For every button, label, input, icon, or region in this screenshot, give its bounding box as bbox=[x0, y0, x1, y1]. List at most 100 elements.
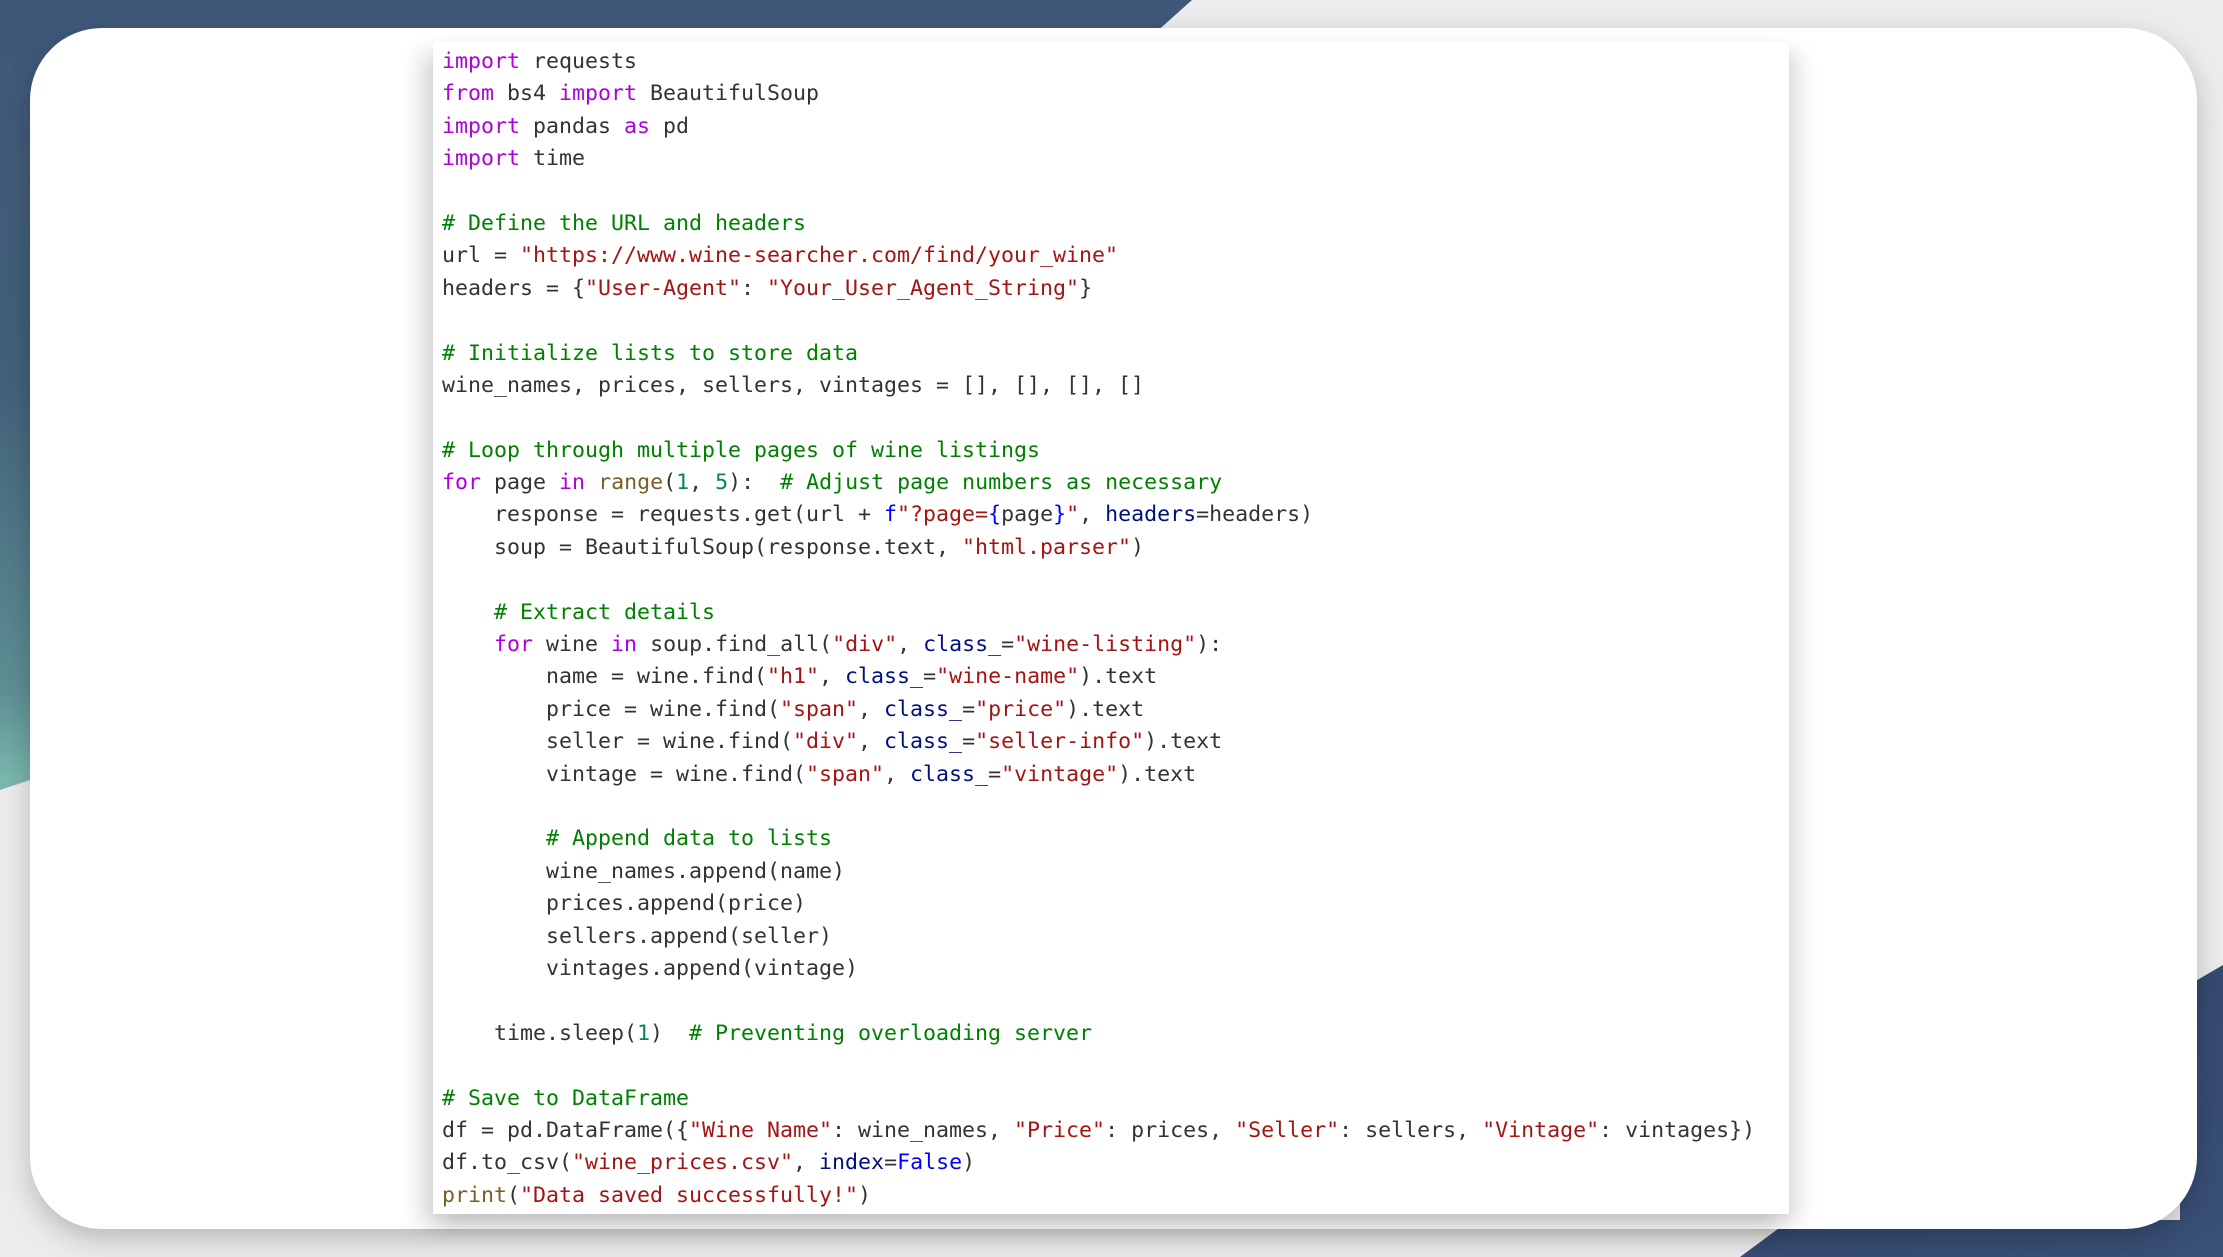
token-number: 1 bbox=[637, 1020, 651, 1046]
code-line: url = "https://www.wine-searcher.com/fin… bbox=[442, 240, 1755, 272]
code-line: # Initialize lists to store data bbox=[442, 338, 1755, 370]
code-line: from bs4 import BeautifulSoup bbox=[442, 78, 1755, 110]
code-line: response = requests.get(url + f"?page={p… bbox=[442, 499, 1755, 531]
token-code-text: : bbox=[741, 275, 768, 301]
token-string: "h1" bbox=[767, 664, 820, 690]
token-string: "Wine Name" bbox=[689, 1117, 833, 1143]
token-string: " bbox=[1066, 502, 1080, 528]
token-string: "html.parser" bbox=[962, 534, 1132, 560]
token-string: "seller-info" bbox=[975, 729, 1145, 755]
token-code-text: =headers) bbox=[1196, 502, 1314, 528]
token-code-text: time.sleep( bbox=[442, 1020, 638, 1046]
token-code-text: url = bbox=[442, 243, 521, 269]
token-string: "?page= bbox=[897, 502, 989, 528]
token-keyword: import bbox=[442, 113, 521, 139]
code-line: wine_names.append(name) bbox=[442, 856, 1755, 888]
code-line: name = wine.find("h1", class_="wine-name… bbox=[442, 661, 1755, 693]
token-code-text bbox=[442, 600, 494, 625]
token-code-text: : prices, bbox=[1105, 1117, 1236, 1143]
token-code-text: wine_names.append(name) bbox=[442, 858, 846, 884]
token-code-text: , bbox=[793, 1150, 820, 1176]
code-line: # Loop through multiple pages of wine li… bbox=[442, 435, 1755, 467]
token-number: 5 bbox=[715, 470, 729, 496]
token-string: "wine_prices.csv" bbox=[572, 1150, 794, 1176]
token-code-text: ) bbox=[858, 1182, 872, 1208]
token-string: "Price" bbox=[1014, 1117, 1106, 1143]
code-line: df.to_csv("wine_prices.csv", index=False… bbox=[442, 1147, 1755, 1179]
token-comment: # Extract details bbox=[494, 599, 716, 625]
token-keyword: as bbox=[624, 113, 651, 139]
code-line: seller = wine.find("div", class_="seller… bbox=[442, 726, 1755, 758]
code-line: sellers.append(seller) bbox=[442, 921, 1755, 953]
token-comment: # Initialize lists to store data bbox=[442, 340, 859, 366]
token-parameter: class_ bbox=[884, 696, 963, 722]
code-block: import requests from bs4 import Beautiful… bbox=[442, 46, 1755, 1212]
code-line: headers = {"User-Agent": "Your_User_Agen… bbox=[442, 273, 1755, 305]
token-comment: # Adjust page numbers as necessary bbox=[780, 470, 1223, 496]
token-code-text: ).text bbox=[1066, 696, 1145, 722]
token-string: "Data saved successfully!" bbox=[520, 1182, 859, 1208]
token-string: "span" bbox=[806, 761, 885, 787]
code-line: import pandas as pd bbox=[442, 111, 1755, 143]
token-string: "price" bbox=[975, 696, 1067, 722]
token-code-text: pandas bbox=[520, 113, 625, 139]
token-code-text: requests bbox=[520, 49, 638, 74]
token-code-text: , bbox=[689, 470, 716, 496]
token-code-text: response = requests.get(url + bbox=[442, 502, 885, 528]
token-code-text: page bbox=[481, 470, 560, 496]
token-builtin-function: print bbox=[442, 1182, 508, 1208]
token-keyword: import bbox=[442, 49, 521, 74]
token-code-text: BeautifulSoup bbox=[637, 81, 820, 107]
token-code-text: time bbox=[520, 146, 586, 172]
token-code-text: = bbox=[988, 761, 1002, 787]
token-code-text: ( bbox=[507, 1182, 521, 1208]
token-string: "User-Agent" bbox=[585, 275, 742, 301]
token-string: "Vintage" bbox=[1482, 1117, 1600, 1143]
token-code-text: , bbox=[897, 632, 924, 658]
token-string: "span" bbox=[780, 696, 859, 722]
code-line: import requests bbox=[442, 46, 1755, 78]
token-fstring-brace: } bbox=[1053, 502, 1067, 528]
token-code-text: soup.find_all( bbox=[637, 632, 833, 658]
token-comment: # Preventing overloading server bbox=[689, 1020, 1093, 1046]
token-comment: # Append data to lists bbox=[546, 826, 833, 852]
code-line: vintage = wine.find("span", class_="vint… bbox=[442, 759, 1755, 791]
token-code-text: ) bbox=[650, 1020, 690, 1046]
token-code-text: , bbox=[858, 696, 885, 722]
code-line: wine_names, prices, sellers, vintages = … bbox=[442, 370, 1755, 402]
token-builtin-function: range bbox=[598, 470, 664, 496]
token-code-text: headers = { bbox=[442, 275, 586, 301]
token-code-text: , bbox=[858, 729, 885, 755]
token-keyword: in bbox=[611, 632, 638, 658]
token-string: "vintage" bbox=[1001, 761, 1119, 787]
token-code-text: = bbox=[962, 729, 976, 755]
token-code-text: vintages.append(vintage) bbox=[442, 955, 859, 981]
token-code-text: ).text bbox=[1118, 761, 1197, 787]
token-code-text: , bbox=[1079, 502, 1106, 528]
token-code-text: } bbox=[1079, 275, 1093, 301]
code-line: time.sleep(1) # Preventing overloading s… bbox=[442, 1018, 1755, 1050]
token-code-text: , bbox=[884, 761, 911, 787]
token-fstring-brace: { bbox=[988, 502, 1002, 528]
token-parameter: class_ bbox=[910, 761, 989, 787]
token-code-text: df.to_csv( bbox=[442, 1150, 573, 1176]
token-code-text: bs4 bbox=[494, 81, 560, 107]
code-line: # Append data to lists bbox=[442, 823, 1755, 855]
token-parameter: index bbox=[819, 1150, 885, 1176]
token-number: 1 bbox=[676, 470, 690, 496]
token-code-text: pd bbox=[650, 113, 690, 139]
token-code-text: : wine_names, bbox=[832, 1117, 1015, 1143]
token-code-text: ).text bbox=[1144, 729, 1223, 755]
token-string: "wine-name" bbox=[936, 664, 1080, 690]
code-line: import time bbox=[442, 143, 1755, 175]
token-code-text: : sellers, bbox=[1339, 1117, 1483, 1143]
token-comment: # Save to DataFrame bbox=[442, 1085, 690, 1111]
token-string: "Seller" bbox=[1235, 1117, 1340, 1143]
code-line: vintages.append(vintage) bbox=[442, 953, 1755, 985]
token-code-text: , bbox=[819, 664, 846, 690]
token-code-text: = bbox=[923, 664, 937, 690]
token-code-text: name = wine.find( bbox=[442, 664, 768, 690]
token-code-text: wine_names, prices, sellers, vintages = … bbox=[442, 372, 1145, 398]
